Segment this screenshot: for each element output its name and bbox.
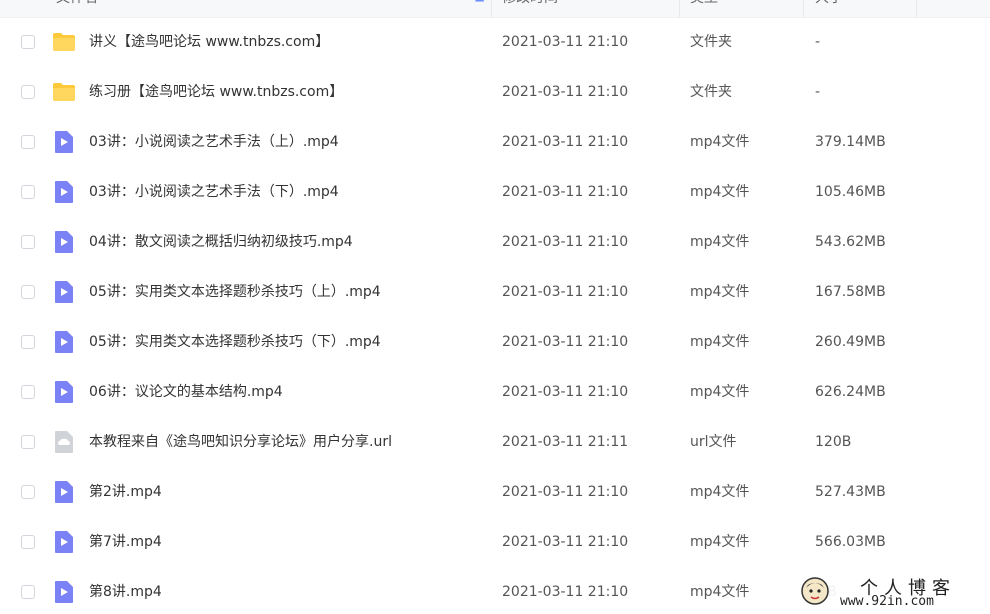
video-file-icon (55, 181, 73, 203)
folder-icon (53, 33, 75, 51)
column-divider[interactable] (803, 0, 804, 17)
table-row[interactable]: 讲义【途鸟吧论坛 www.tnbzs.com】 2021-03-11 21:10 文… (0, 17, 990, 67)
file-mtime: 2021-03-11 21:10 (502, 234, 629, 250)
video-file-icon (55, 481, 73, 503)
file-type: 文件夹 (690, 84, 732, 100)
file-mtime: 2021-03-11 21:10 (502, 384, 629, 400)
file-name[interactable]: 05讲：实用类文本选择题秒杀技巧（上）.mp4 (89, 267, 381, 317)
table-row[interactable]: 第2讲.mp4 2021-03-11 21:10 mp4文件 527.43MB (0, 467, 990, 517)
file-mtime: 2021-03-11 21:10 (502, 34, 629, 50)
row-checkbox[interactable] (21, 35, 35, 49)
file-name[interactable]: 03讲：小说阅读之艺术手法（下）.mp4 (89, 167, 339, 217)
video-file-icon (55, 581, 73, 603)
file-mtime: 2021-03-11 21:10 (502, 134, 629, 150)
file-size: 120B (815, 434, 852, 450)
column-header-name[interactable]: 文件名 (56, 0, 476, 15)
row-checkbox[interactable] (21, 285, 35, 299)
file-size: 260.49MB (815, 334, 886, 350)
file-type: mp4文件 (690, 484, 750, 500)
file-type: 文件夹 (690, 34, 732, 50)
file-name[interactable]: 第7讲.mp4 (89, 517, 162, 567)
file-size: 167.58MB (815, 284, 886, 300)
column-divider[interactable] (916, 0, 917, 17)
file-mtime: 2021-03-11 21:10 (502, 334, 629, 350)
file-list: 文件名 ▲ 修改时间 类型 大小 讲义【途鸟吧论坛 www.tnbzs.com】… (0, 0, 990, 614)
table-row[interactable]: 05讲：实用类文本选择题秒杀技巧（下）.mp4 2021-03-11 21:10 m… (0, 317, 990, 367)
column-header-size[interactable]: 大小 (815, 0, 915, 15)
video-file-icon (55, 131, 73, 153)
row-checkbox[interactable] (21, 235, 35, 249)
table-row[interactable]: 本教程来自《途鸟吧知识分享论坛》用户分享.url 2021-03-11 21:11… (0, 417, 990, 467)
table-header: 文件名 ▲ 修改时间 类型 大小 (0, 0, 990, 18)
file-size: 527.43MB (815, 484, 886, 500)
row-checkbox[interactable] (21, 135, 35, 149)
table-row[interactable]: 04讲：散文阅读之概括归纳初级技巧.mp4 2021-03-11 21:10 mp4… (0, 217, 990, 267)
file-name[interactable]: 讲义【途鸟吧论坛 www.tnbzs.com】 (89, 17, 329, 67)
video-file-icon (55, 231, 73, 253)
file-mtime: 2021-03-11 21:10 (502, 84, 629, 100)
column-divider[interactable] (679, 0, 680, 17)
file-type: mp4文件 (690, 384, 750, 400)
file-rows: 讲义【途鸟吧论坛 www.tnbzs.com】 2021-03-11 21:10 文… (0, 17, 990, 614)
file-size: 379.14MB (815, 134, 886, 150)
file-type: mp4文件 (690, 234, 750, 250)
row-checkbox[interactable] (21, 585, 35, 599)
row-checkbox[interactable] (21, 185, 35, 199)
file-name[interactable]: 第8讲.mp4 (89, 567, 162, 614)
file-size: - (815, 84, 821, 100)
file-type: mp4文件 (690, 584, 750, 600)
file-name[interactable]: 第2讲.mp4 (89, 467, 162, 517)
table-row[interactable]: 练习册【途鸟吧论坛 www.tnbzs.com】 2021-03-11 21:10… (0, 67, 990, 117)
watermark: 个人博客 www.92in.com (796, 572, 986, 612)
file-type: mp4文件 (690, 534, 750, 550)
row-checkbox[interactable] (21, 435, 35, 449)
table-row[interactable]: 第7讲.mp4 2021-03-11 21:10 mp4文件 566.03MB (0, 517, 990, 567)
file-type: mp4文件 (690, 184, 750, 200)
video-file-icon (55, 331, 73, 353)
file-size: 543.62MB (815, 234, 886, 250)
row-checkbox[interactable] (21, 335, 35, 349)
file-size: - (815, 34, 821, 50)
video-file-icon (55, 531, 73, 553)
sort-arrow-icon[interactable]: ▲ (475, 0, 484, 3)
folder-icon (53, 83, 75, 101)
link-file-icon (55, 431, 73, 453)
file-size: 626.24MB (815, 384, 886, 400)
table-row[interactable]: 06讲：议论文的基本结构.mp4 2021-03-11 21:10 mp4文件 626… (0, 367, 990, 417)
column-divider[interactable] (491, 0, 492, 17)
watermark-url: www.92in.com (840, 594, 934, 609)
table-row[interactable]: 03讲：小说阅读之艺术手法（上）.mp4 2021-03-11 21:10 mp4文… (0, 117, 990, 167)
file-size: 566.03MB (815, 534, 886, 550)
file-mtime: 2021-03-11 21:10 (502, 534, 629, 550)
file-type: mp4文件 (690, 334, 750, 350)
row-checkbox[interactable] (21, 85, 35, 99)
file-mtime: 2021-03-11 21:10 (502, 184, 629, 200)
file-size: 105.46MB (815, 184, 886, 200)
file-name[interactable]: 练习册【途鸟吧论坛 www.tnbzs.com】 (89, 67, 343, 117)
video-file-icon (55, 381, 73, 403)
file-type: mp4文件 (690, 284, 750, 300)
table-row[interactable]: 05讲：实用类文本选择题秒杀技巧（上）.mp4 2021-03-11 21:10 m… (0, 267, 990, 317)
file-name[interactable]: 06讲：议论文的基本结构.mp4 (89, 367, 283, 417)
row-checkbox[interactable] (21, 485, 35, 499)
file-type: mp4文件 (690, 134, 750, 150)
file-mtime: 2021-03-11 21:10 (502, 484, 629, 500)
file-name[interactable]: 03讲：小说阅读之艺术手法（上）.mp4 (89, 117, 339, 167)
table-row[interactable]: 03讲：小说阅读之艺术手法（下）.mp4 2021-03-11 21:10 mp4文… (0, 167, 990, 217)
row-checkbox[interactable] (21, 385, 35, 399)
file-mtime: 2021-03-11 21:10 (502, 284, 629, 300)
row-checkbox[interactable] (21, 535, 35, 549)
file-name[interactable]: 本教程来自《途鸟吧知识分享论坛》用户分享.url (89, 417, 392, 467)
file-name[interactable]: 04讲：散文阅读之概括归纳初级技巧.mp4 (89, 217, 353, 267)
video-file-icon (55, 281, 73, 303)
file-mtime: 2021-03-11 21:11 (502, 434, 629, 450)
file-name[interactable]: 05讲：实用类文本选择题秒杀技巧（下）.mp4 (89, 317, 381, 367)
file-type: url文件 (690, 434, 737, 450)
column-header-type[interactable]: 类型 (690, 0, 800, 15)
avatar-logo-icon (801, 577, 829, 605)
file-mtime: 2021-03-11 21:10 (502, 584, 629, 600)
column-header-mtime[interactable]: 修改时间 (502, 0, 672, 15)
